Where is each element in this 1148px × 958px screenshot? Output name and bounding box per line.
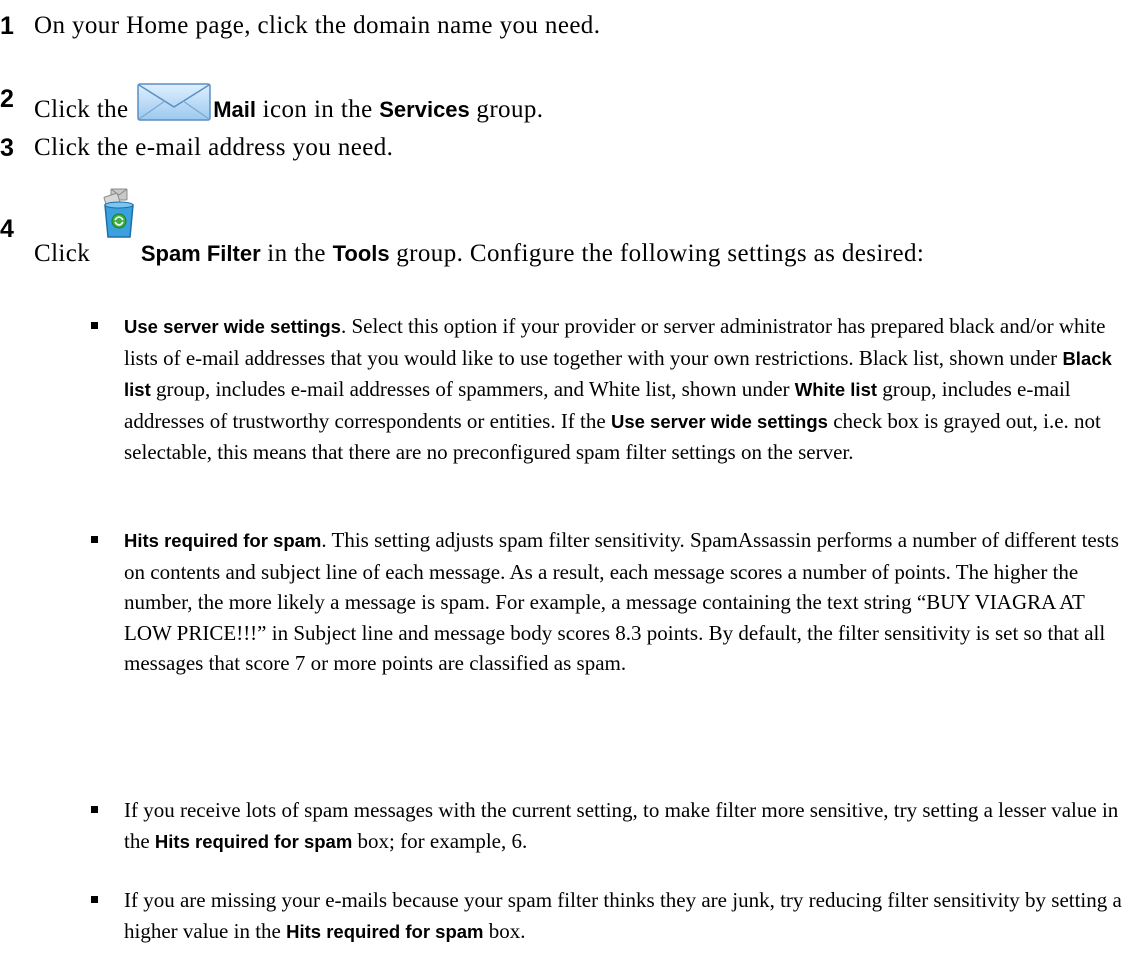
step-text: Click the Mail icon in the Services grou… — [34, 83, 1138, 130]
step-number: 4 — [0, 215, 14, 243]
bullet-marker — [91, 536, 98, 543]
list-item: Use server wide settings. Select this op… — [91, 311, 1136, 468]
mail-envelope-icon — [137, 83, 211, 130]
step-text: Click Spam Filter in the Tools group. Co… — [34, 183, 1138, 267]
document-page: 1 On your Home page, click the domain na… — [0, 0, 1148, 958]
step-number: 3 — [0, 134, 14, 162]
step-number: 2 — [0, 85, 14, 113]
spam-filter-bin-icon — [99, 187, 139, 248]
bullet-marker — [91, 896, 98, 903]
list-item: Hits required for spam. This setting adj… — [91, 525, 1136, 679]
bullet-marker — [91, 322, 98, 329]
step-4-tail: group. Configure the following settings … — [389, 240, 925, 267]
list-item: If you are missing your e-mails because … — [91, 885, 1136, 947]
step-text: Click the e-mail address you need. — [34, 134, 394, 161]
step-text: On your Home page, click the domain name… — [34, 12, 601, 39]
bullet-marker — [91, 806, 98, 813]
list-item: If you receive lots of spam messages wit… — [91, 795, 1136, 857]
step-number: 1 — [0, 12, 14, 40]
